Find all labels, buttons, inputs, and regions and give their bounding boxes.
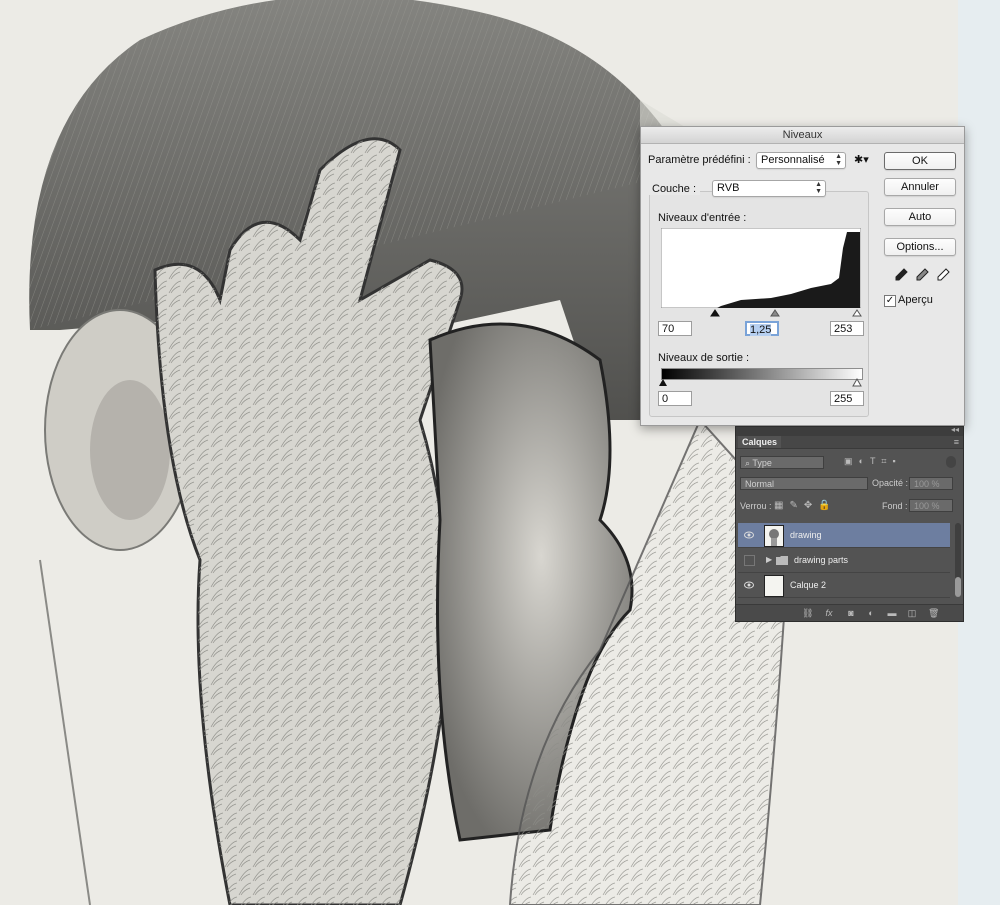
layer-name: Calque 2 <box>790 580 827 590</box>
layer-name: drawing parts <box>794 555 849 565</box>
link-icon[interactable]: ⛓ <box>802 608 813 618</box>
new-layer-icon[interactable]: ◫ <box>907 608 917 618</box>
opacity-field[interactable]: 100 % <box>909 477 953 490</box>
filter-toggle[interactable] <box>946 456 956 468</box>
eye-icon[interactable] <box>744 530 754 540</box>
layers-bottom-bar: ⛓ fx ◙ ◐ ▬ ◫ 🗑 <box>736 604 963 621</box>
layer-row-drawing-parts[interactable]: ▶ drawing parts <box>738 548 950 573</box>
histogram <box>661 228 861 308</box>
opacity-label: Opacité : <box>872 478 909 488</box>
cancel-button[interactable]: Annuler <box>884 178 956 196</box>
lock-label: Verrou : <box>740 501 772 511</box>
visibility-off-box[interactable] <box>744 555 755 566</box>
input-black-field[interactable]: 70 <box>658 321 692 336</box>
input-slider[interactable] <box>659 308 863 318</box>
blend-mode-select[interactable]: Normal <box>740 477 868 490</box>
group-icon[interactable]: ▬ <box>887 608 897 618</box>
ok-button[interactable]: OK <box>884 152 956 170</box>
tab-calques[interactable]: Calques <box>738 436 782 448</box>
input-gamma-field[interactable]: 1,25 <box>745 321 779 336</box>
channel-select[interactable]: RVB ▲ ▼ <box>712 180 826 197</box>
trash-icon[interactable]: 🗑 <box>928 608 939 618</box>
layer-name: drawing <box>790 530 822 540</box>
levels-dialog: Niveaux Paramètre prédéfini : Personnali… <box>640 126 965 426</box>
input-white-handle <box>852 309 862 317</box>
channel-label: Couche : <box>648 183 701 195</box>
filter-icons[interactable]: ▣◐T⌗▪ <box>844 456 902 467</box>
white-eyedropper-icon[interactable] <box>935 267 951 283</box>
fill-label: Fond : <box>882 501 908 511</box>
filter-kind-select[interactable]: ⌕ Type <box>740 456 824 469</box>
output-slider[interactable] <box>659 378 863 388</box>
input-gamma-handle <box>770 309 780 317</box>
scrollbar-thumb[interactable] <box>955 577 961 597</box>
options-button[interactable]: Options... <box>884 238 956 256</box>
layers-scrollbar[interactable] <box>955 523 961 597</box>
layer-row-drawing[interactable]: drawing <box>738 523 950 548</box>
layer-thumbnail <box>764 575 784 597</box>
input-levels-label: Niveaux d'entrée : <box>658 212 747 224</box>
output-white-handle <box>852 378 862 387</box>
lock-icons[interactable]: ▦✎✥🔒 <box>774 500 837 511</box>
layer-thumbnail <box>764 525 784 547</box>
gear-icon[interactable]: ✱▾ <box>854 153 869 166</box>
panel-top-strip: ◂◂ <box>736 425 963 436</box>
search-icon: ⌕ <box>745 458 751 468</box>
adjustment-icon[interactable]: ◐ <box>866 608 876 618</box>
output-black-handle <box>659 379 667 386</box>
dialog-title: Niveaux <box>641 127 964 144</box>
levels-group: Couche : RVB ▲ ▼ Niveaux d'entrée : 70 1,… <box>648 180 869 417</box>
black-eyedropper-icon[interactable] <box>893 267 909 283</box>
chevron-updown-icon: ▲ ▼ <box>835 153 842 167</box>
mask-icon[interactable]: ◙ <box>846 608 856 618</box>
expand-arrow-icon[interactable]: ▶ <box>766 548 772 572</box>
fx-icon[interactable]: fx <box>824 608 834 618</box>
panel-tab-row: Calques ≡ <box>736 436 963 449</box>
input-black-handle <box>710 309 720 317</box>
chevron-updown-icon: ▲ ▼ <box>815 181 822 195</box>
fill-field[interactable]: 100 % <box>909 499 953 512</box>
preset-label: Paramètre prédéfini : <box>648 154 751 166</box>
auto-button[interactable]: Auto <box>884 208 956 226</box>
preview-label: Aperçu <box>898 294 933 306</box>
preview-checkbox[interactable]: ✓ <box>884 295 896 307</box>
output-black-field[interactable]: 0 <box>658 391 692 406</box>
output-levels-label: Niveaux de sortie : <box>658 352 750 364</box>
output-white-field[interactable]: 255 <box>830 391 864 406</box>
preset-select[interactable]: Personnalisé ▲ ▼ <box>756 152 846 169</box>
gray-eyedropper-icon[interactable] <box>914 267 930 283</box>
eye-icon[interactable] <box>744 580 754 590</box>
layers-panel: ◂◂ Calques ≡ ⌕ Type ▣◐T⌗▪ Normal Opacité… <box>735 425 964 622</box>
folder-icon <box>776 556 788 565</box>
panel-menu-icon[interactable]: ≡ <box>954 436 959 448</box>
collapse-icon[interactable]: ◂◂ <box>951 425 959 434</box>
input-white-field[interactable]: 253 <box>830 321 864 336</box>
layer-row-calque-2[interactable]: Calque 2 <box>738 573 950 598</box>
